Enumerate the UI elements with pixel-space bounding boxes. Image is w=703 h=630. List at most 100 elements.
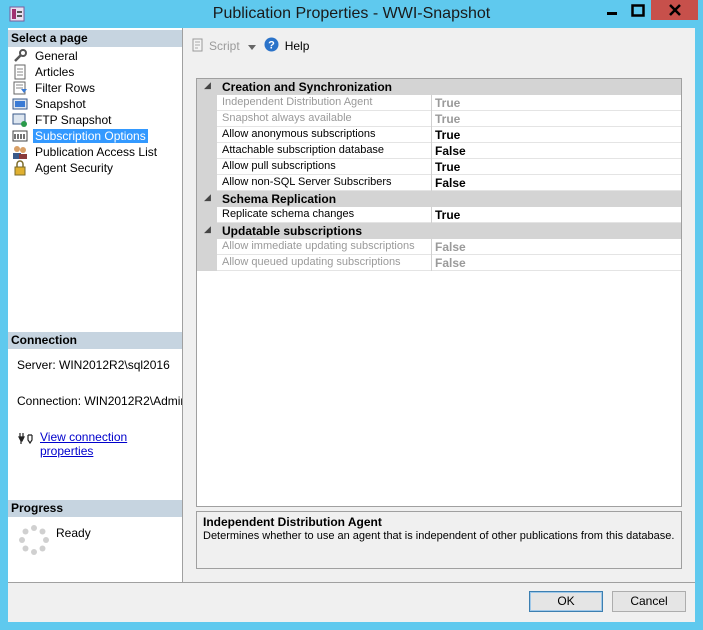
connection-header: Connection — [8, 332, 182, 349]
connection-text: Connection: WIN2012R2\Administrator — [17, 394, 182, 408]
category-name: Updatable subscriptions — [222, 224, 363, 238]
property-value[interactable]: True — [435, 96, 460, 110]
property-value[interactable]: True — [435, 160, 460, 174]
property-value[interactable]: True — [435, 128, 460, 142]
description-panel: Independent Distribution Agent Determine… — [196, 511, 682, 569]
property-row[interactable]: Replicate schema changes True — [197, 207, 681, 223]
page-item-label: Snapshot — [35, 97, 86, 111]
property-row[interactable]: Snapshot always available True — [197, 111, 681, 127]
property-separator — [431, 159, 432, 175]
property-value[interactable]: False — [435, 176, 466, 190]
property-value[interactable]: True — [435, 208, 460, 222]
page-item-label: Articles — [35, 65, 75, 79]
property-separator — [431, 175, 432, 191]
grid-gutter — [197, 255, 217, 271]
ok-button[interactable]: OK — [529, 591, 603, 612]
property-separator — [431, 207, 432, 223]
wrench-icon — [12, 48, 28, 64]
minimize-button[interactable] — [598, 0, 625, 20]
grid-gutter — [197, 159, 217, 175]
property-value[interactable]: False — [435, 144, 466, 158]
toolbar: Script ? Help — [191, 36, 317, 56]
page-item-label: Agent Security — [35, 161, 114, 175]
progress-status: Ready — [56, 526, 91, 540]
property-grid: ◢ Creation and Synchronization Independe… — [196, 78, 682, 507]
property-row[interactable]: Allow non-SQL Server Subscribers False — [197, 175, 681, 191]
script-button[interactable]: Script — [191, 38, 256, 55]
property-value[interactable]: True — [435, 112, 460, 126]
property-value[interactable]: False — [435, 256, 466, 270]
page-item-label: Filter Rows — [35, 81, 96, 95]
subscription-icon — [12, 128, 28, 144]
filter-icon — [12, 80, 28, 96]
description-text: Determines whether to use an agent that … — [203, 530, 675, 542]
left-pane: Select a page General Articles Filter Ro… — [8, 28, 182, 582]
property-separator — [431, 95, 432, 111]
property-value[interactable]: False — [435, 240, 466, 254]
grid-gutter — [197, 143, 217, 159]
grid-gutter — [197, 95, 217, 111]
category-name: Creation and Synchronization — [222, 80, 393, 94]
property-name: Allow queued updating subscriptions — [222, 256, 401, 268]
property-separator — [431, 127, 432, 143]
script-icon — [191, 38, 205, 55]
dialog-client-area: Select a page General Articles Filter Ro… — [8, 28, 695, 622]
page-item-subscription-options[interactable]: Subscription Options — [12, 128, 148, 144]
collapse-caret-icon[interactable]: ◢ — [204, 80, 211, 91]
script-label: Script — [209, 39, 240, 53]
page-item-label: Publication Access List — [35, 145, 158, 159]
property-name: Allow anonymous subscriptions — [222, 128, 376, 140]
category-row-schema-replication[interactable]: ◢ Schema Replication — [197, 191, 681, 207]
grid-gutter — [197, 127, 217, 143]
category-row-updatable-subscriptions[interactable]: ◢ Updatable subscriptions — [197, 223, 681, 239]
close-button[interactable] — [651, 0, 698, 20]
page-item-agent-security[interactable]: Agent Security — [12, 160, 115, 176]
maximize-button[interactable] — [625, 0, 651, 20]
property-name: Allow immediate updating subscriptions — [222, 240, 415, 252]
page-item-label: FTP Snapshot — [35, 113, 112, 127]
grid-gutter — [197, 207, 217, 223]
collapse-caret-icon[interactable]: ◢ — [204, 224, 211, 235]
maximize-icon — [631, 3, 645, 17]
select-page-header: Select a page — [8, 30, 182, 47]
page-item-filter-rows[interactable]: Filter Rows — [12, 80, 97, 96]
svg-text:?: ? — [268, 40, 275, 52]
property-row[interactable]: Independent Distribution Agent True — [197, 95, 681, 111]
page-item-snapshot[interactable]: Snapshot — [12, 96, 88, 112]
close-icon — [668, 4, 681, 16]
property-name: Allow non-SQL Server Subscribers — [222, 176, 392, 188]
page-item-label: General — [35, 49, 78, 63]
progress-spinner-icon — [18, 524, 50, 559]
page-item-ftp-snapshot[interactable]: FTP Snapshot — [12, 112, 114, 128]
property-row[interactable]: Allow queued updating subscriptions Fals… — [197, 255, 681, 271]
page-item-publication-access-list[interactable]: Publication Access List — [12, 144, 159, 160]
title-bar: Publication Properties - WWI-Snapshot — [0, 0, 703, 28]
bottom-separator — [8, 582, 695, 583]
help-button[interactable]: ? Help — [264, 37, 309, 55]
pane-divider — [182, 28, 183, 582]
lock-icon — [12, 160, 28, 176]
cancel-button[interactable]: Cancel — [612, 591, 686, 612]
property-row[interactable]: Allow pull subscriptions True — [197, 159, 681, 175]
property-separator — [431, 239, 432, 255]
view-connection-properties-link[interactable]: View connection properties — [40, 430, 182, 458]
category-row-creation-and-synchronization[interactable]: ◢ Creation and Synchronization — [197, 79, 681, 95]
connection-properties-icon — [18, 431, 34, 448]
property-name: Replicate schema changes — [222, 208, 355, 220]
snapshot-icon — [12, 96, 28, 112]
document-icon — [12, 64, 28, 80]
help-icon: ? — [264, 37, 279, 55]
page-item-articles[interactable]: Articles — [12, 64, 76, 80]
page-item-general[interactable]: General — [12, 48, 80, 64]
grid-gutter — [197, 239, 217, 255]
users-icon — [12, 144, 28, 160]
property-separator — [431, 111, 432, 127]
property-row[interactable]: Attachable subscription database False — [197, 143, 681, 159]
property-row[interactable]: Allow immediate updating subscriptions F… — [197, 239, 681, 255]
property-row[interactable]: Allow anonymous subscriptions True — [197, 127, 681, 143]
property-name: Attachable subscription database — [222, 144, 385, 156]
property-separator — [431, 255, 432, 271]
property-name: Snapshot always available — [222, 112, 352, 124]
ftp-icon — [12, 112, 28, 128]
collapse-caret-icon[interactable]: ◢ — [204, 192, 211, 203]
